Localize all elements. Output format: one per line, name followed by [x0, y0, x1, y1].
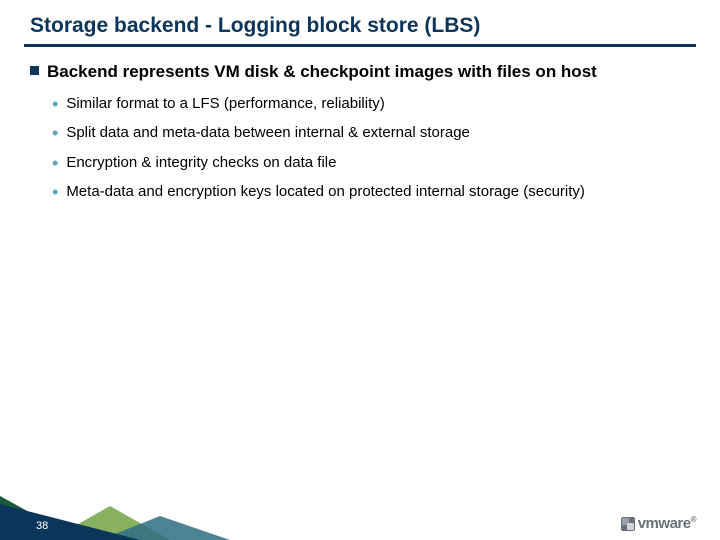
slide-footer: 38 vmware® — [0, 496, 720, 540]
list-item: • Meta-data and encryption keys located … — [52, 182, 696, 202]
heading-text: Backend represents VM disk & checkpoint … — [47, 61, 597, 84]
vmware-logo-icon — [621, 517, 635, 531]
bullet-dot-icon: • — [52, 95, 58, 113]
vmware-logo-text: vmware® — [638, 515, 696, 532]
vmware-logo-word: vmware — [638, 515, 691, 532]
bullet-dot-icon: • — [52, 154, 58, 172]
sub-list: • Similar format to a LFS (performance, … — [52, 94, 696, 202]
sub-item-text: Similar format to a LFS (performance, re… — [66, 94, 384, 114]
title-area: Storage backend - Logging block store (L… — [0, 0, 720, 38]
sub-item-text: Encryption & integrity checks on data fi… — [66, 153, 336, 173]
bullet-dot-icon: • — [52, 183, 58, 201]
registered-mark: ® — [691, 515, 696, 524]
list-item: • Split data and meta-data between inter… — [52, 123, 696, 143]
slide-title: Storage backend - Logging block store (L… — [30, 14, 720, 38]
footer-triangle-icon — [0, 504, 140, 540]
content-area: Backend represents VM disk & checkpoint … — [0, 47, 720, 202]
square-bullet-icon — [30, 66, 39, 75]
list-item: • Similar format to a LFS (performance, … — [52, 94, 696, 114]
heading-row: Backend represents VM disk & checkpoint … — [30, 61, 696, 84]
page-number: 38 — [36, 520, 48, 532]
sub-item-text: Meta-data and encryption keys located on… — [66, 182, 585, 202]
sub-item-text: Split data and meta-data between interna… — [66, 123, 470, 143]
vmware-logo: vmware® — [621, 515, 696, 532]
list-item: • Encryption & integrity checks on data … — [52, 153, 696, 173]
bullet-dot-icon: • — [52, 124, 58, 142]
